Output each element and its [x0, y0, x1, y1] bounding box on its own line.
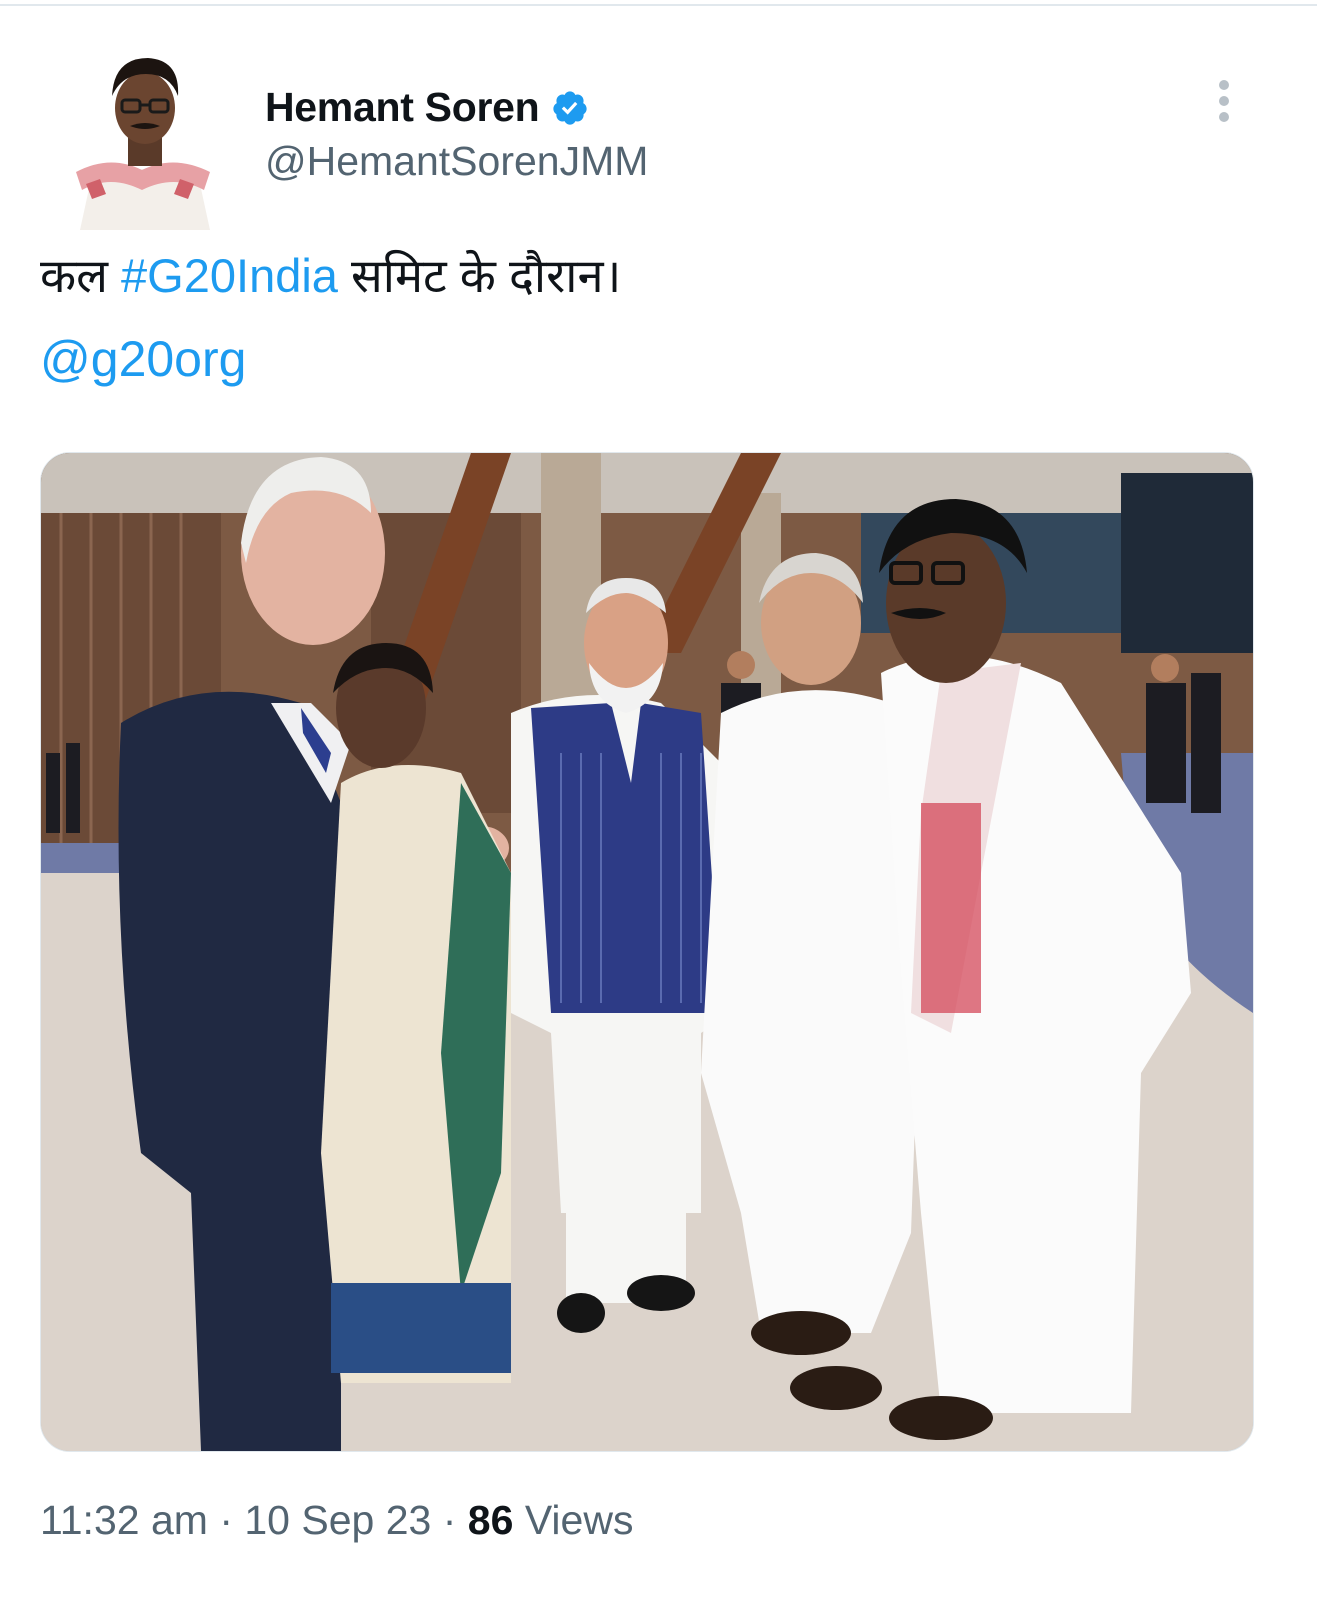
mention-link[interactable]: @g20org: [40, 330, 246, 388]
tweet-time[interactable]: 11:32 am: [40, 1497, 208, 1543]
tweet-text-suffix: समिट के दौरान।: [337, 249, 622, 302]
views-count: 86: [467, 1497, 514, 1543]
tweet-date[interactable]: 10 Sep 23: [244, 1497, 431, 1543]
author-handle[interactable]: @HemantSorenJMM: [265, 138, 648, 185]
views-label: Views: [524, 1497, 634, 1543]
author-avatar[interactable]: [70, 44, 220, 230]
verified-badge-icon: [553, 90, 587, 125]
meta-separator: ·: [442, 1497, 457, 1543]
top-divider: [0, 4, 1317, 6]
more-vertical-icon[interactable]: [1210, 78, 1238, 124]
tweet-meta: 11:32 am · 10 Sep 23 · 86 Views: [40, 1497, 633, 1544]
meta-separator: ·: [219, 1497, 233, 1543]
hashtag-link[interactable]: #G20India: [121, 249, 338, 302]
author-display-name[interactable]: Hemant Soren: [265, 84, 540, 131]
tweet-text: कल #G20India समिट के दौरान।: [40, 248, 621, 304]
tweet-text-prefix: कल: [40, 249, 122, 302]
author-name-row[interactable]: Hemant Soren: [265, 84, 589, 131]
tweet-photo[interactable]: [40, 452, 1254, 1452]
